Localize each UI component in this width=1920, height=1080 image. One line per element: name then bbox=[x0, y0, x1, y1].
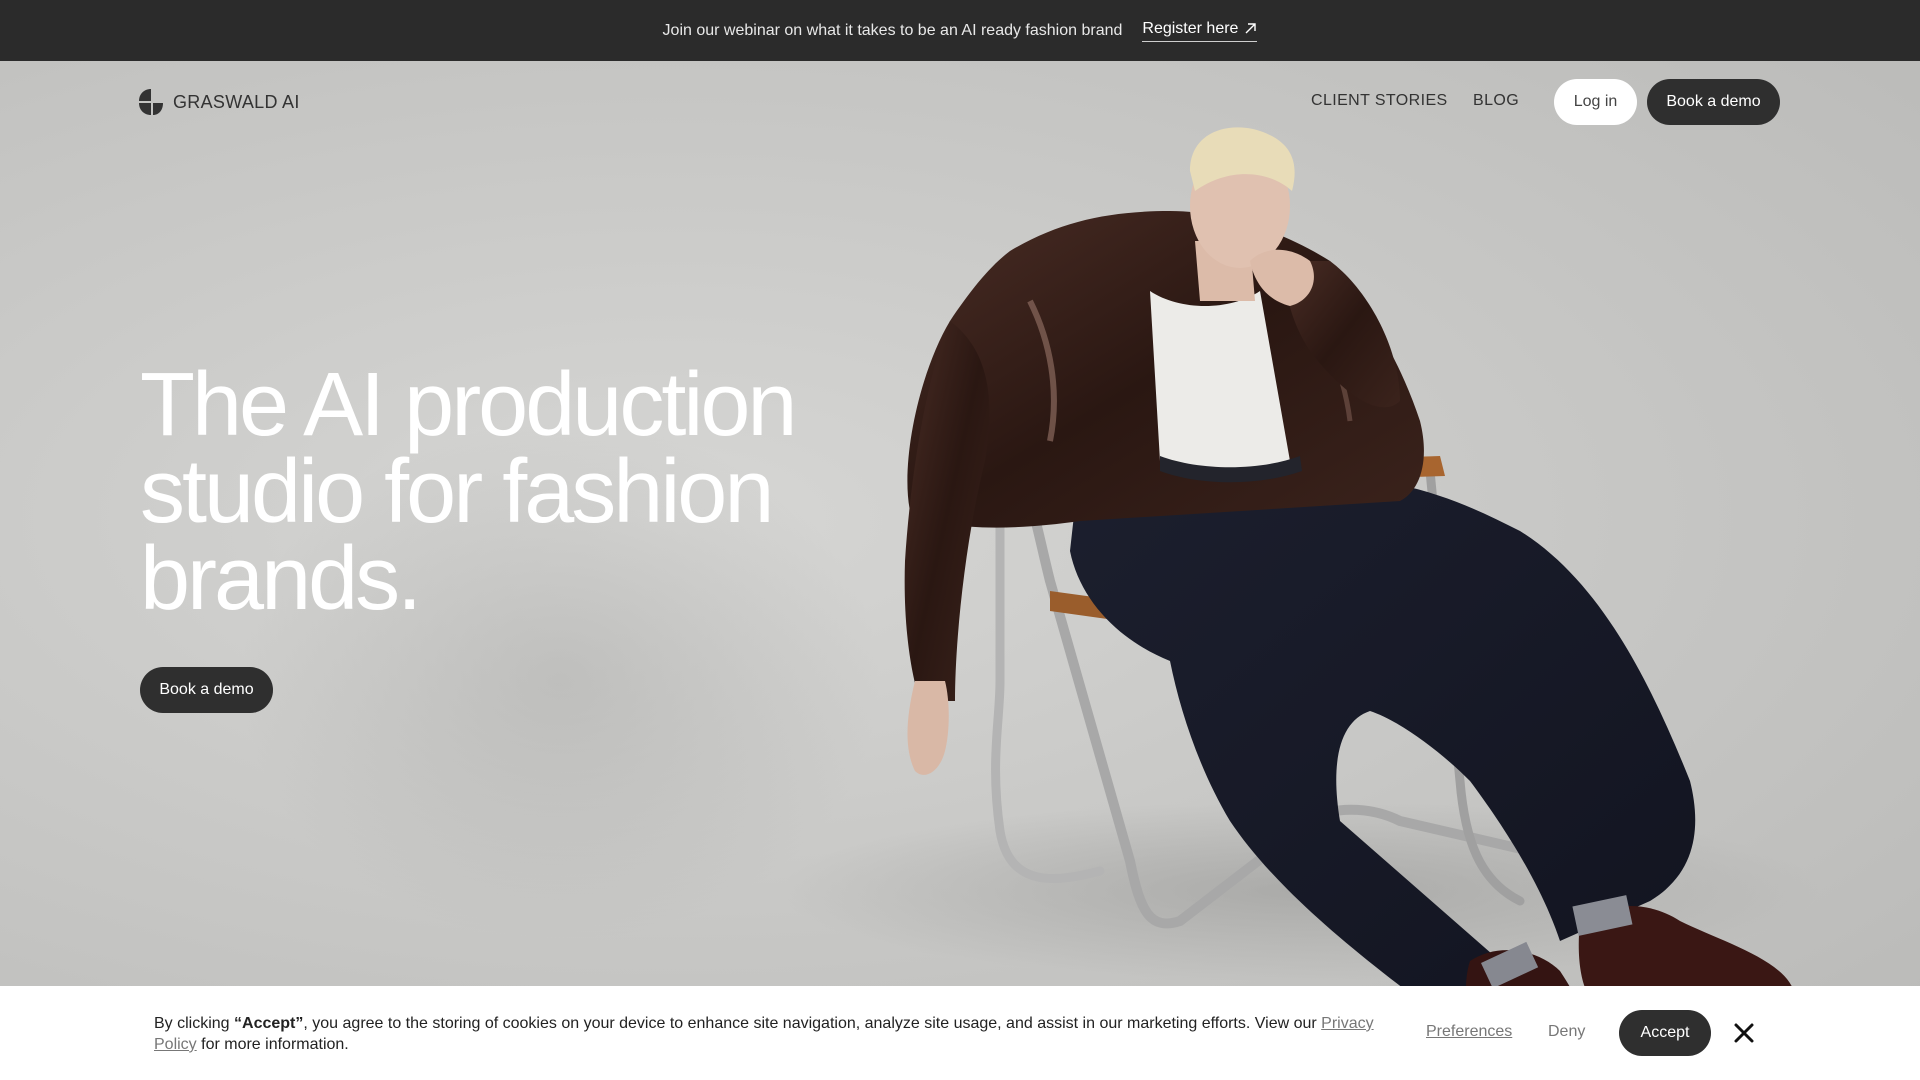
cookie-suffix: for more information. bbox=[196, 1036, 349, 1053]
brand-logo[interactable]: GRASWALD AI bbox=[139, 89, 300, 115]
accept-button[interactable]: Accept bbox=[1619, 1010, 1711, 1056]
brand-name: GRASWALD AI bbox=[173, 91, 300, 112]
cookie-accept-quote: “Accept” bbox=[234, 1015, 304, 1032]
deny-button[interactable]: Deny bbox=[1548, 1023, 1585, 1041]
cookie-banner: By clicking “Accept”, you agree to the s… bbox=[0, 986, 1920, 1080]
graswald-logo-icon bbox=[139, 89, 163, 115]
cookie-text: By clicking “Accept”, you agree to the s… bbox=[154, 1013, 1394, 1055]
login-button[interactable]: Log in bbox=[1554, 79, 1637, 125]
announcement-text: Join our webinar on what it takes to be … bbox=[662, 21, 1123, 39]
preferences-button[interactable]: Preferences bbox=[1426, 1023, 1512, 1041]
cookie-prefix: By clicking bbox=[154, 1015, 235, 1032]
headline-line-1: The AI production bbox=[140, 355, 797, 455]
hero-headline: The AI production studio for fashion bra… bbox=[140, 355, 860, 629]
cookie-body: , you agree to the storing of cookies on… bbox=[303, 1015, 1322, 1032]
headline-line-2: studio for fashion bbox=[140, 442, 774, 542]
register-link-label: Register here bbox=[1142, 19, 1239, 37]
announcement-bar: Join our webinar on what it takes to be … bbox=[0, 0, 1920, 61]
main-nav: GRASWALD AI CLIENT STORIES BLOG Log in B… bbox=[0, 61, 1920, 143]
book-demo-hero-button[interactable]: Book a demo bbox=[140, 667, 273, 713]
headline-line-3: brands. bbox=[140, 529, 422, 629]
register-link[interactable]: Register here bbox=[1142, 19, 1258, 42]
book-demo-nav-button[interactable]: Book a demo bbox=[1647, 79, 1780, 125]
arrow-up-right-icon bbox=[1245, 23, 1257, 34]
close-icon[interactable] bbox=[1733, 1022, 1755, 1044]
nav-link-blog[interactable]: BLOG bbox=[1473, 92, 1519, 110]
nav-link-client-stories[interactable]: CLIENT STORIES bbox=[1311, 92, 1448, 110]
